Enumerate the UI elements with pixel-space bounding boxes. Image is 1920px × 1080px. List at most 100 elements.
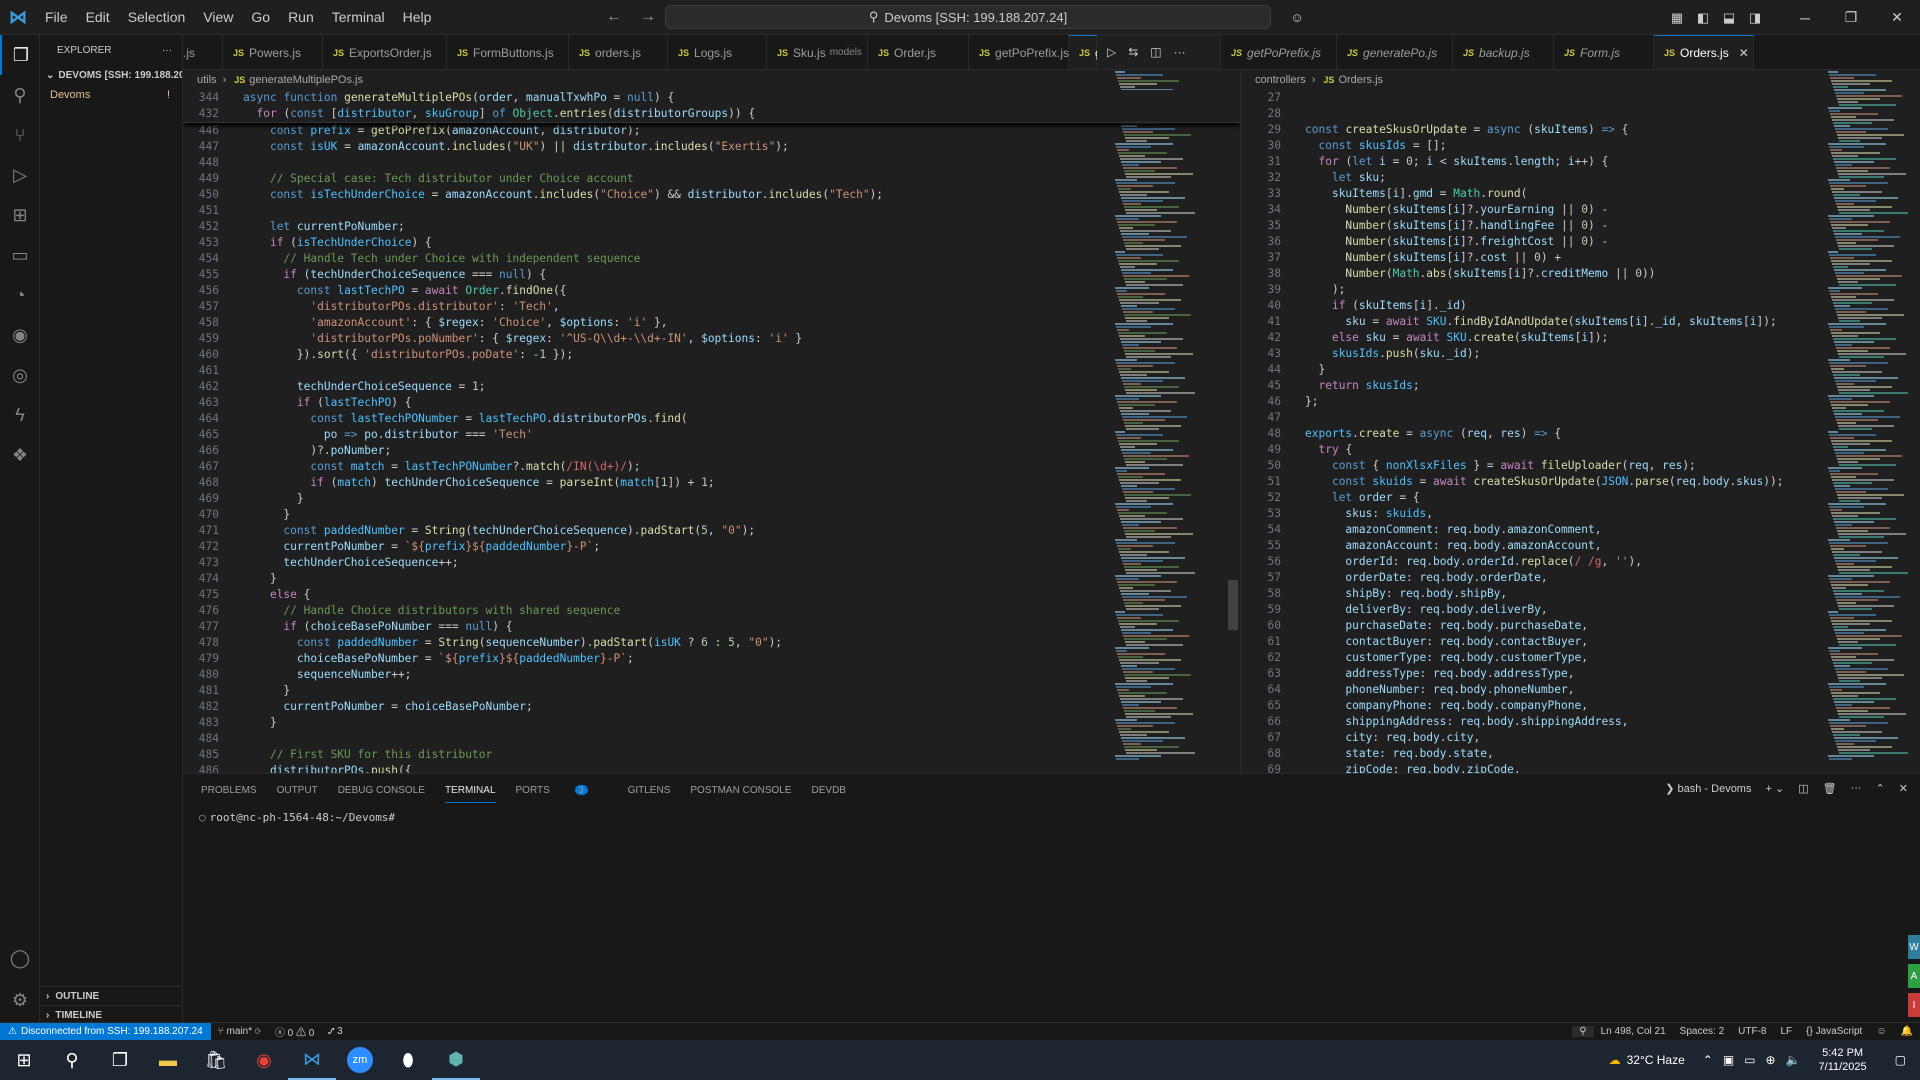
tab-devdb[interactable]: DEVDB bbox=[812, 785, 846, 796]
postman-icon[interactable]: ◉ bbox=[0, 315, 40, 355]
vscode-taskbar-icon[interactable]: ⋈ bbox=[288, 1040, 336, 1080]
volume-icon[interactable]: 🔈 bbox=[1786, 1053, 1801, 1067]
windows-start-icon[interactable]: ⊞ bbox=[0, 1040, 48, 1080]
breadcrumb-file[interactable]: Orders.js bbox=[1338, 74, 1383, 86]
code-line[interactable]: 54 amazonComment: req.body.amazonComment… bbox=[1241, 522, 1920, 538]
code-line[interactable]: 483 } bbox=[183, 715, 1240, 731]
code-line[interactable]: 464 const lastTechPONumber = lastTechPO.… bbox=[183, 411, 1240, 427]
menu-run[interactable]: Run bbox=[279, 9, 323, 25]
language-mode[interactable]: {} JavaScript bbox=[1799, 1026, 1869, 1037]
clock[interactable]: 5:42 PM 7/11/2025 bbox=[1805, 1046, 1881, 1074]
code-line[interactable]: 60 purchaseDate: req.body.purchaseDate, bbox=[1241, 618, 1920, 634]
code-line[interactable]: 468 if (match) techUnderChoiceSequence =… bbox=[183, 475, 1240, 491]
search-view-icon[interactable]: ⚲ bbox=[0, 75, 40, 115]
run-debug-icon[interactable]: ▷ bbox=[0, 155, 40, 195]
accounts-icon[interactable]: ◯ bbox=[0, 938, 40, 978]
code-line[interactable]: 43 skusIds.push(sku._id); bbox=[1241, 346, 1920, 362]
code-line[interactable]: 471 const paddedNumber = String(techUnde… bbox=[183, 523, 1240, 539]
tab-right-getpoprefix[interactable]: JS getPoPrefix.js bbox=[1221, 35, 1337, 69]
code-line[interactable]: 33 skuItems[i].gmd = Math.round( bbox=[1241, 186, 1920, 202]
more-actions-icon[interactable]: ··· bbox=[1851, 782, 1862, 795]
code-line[interactable]: 477 if (choiceBasePoNumber === null) { bbox=[183, 619, 1240, 635]
code-line[interactable]: 45 return skusIds; bbox=[1241, 378, 1920, 394]
scrollbar-thumb[interactable] bbox=[1228, 580, 1238, 630]
code-line[interactable]: 453 if (isTechUnderChoice) { bbox=[183, 235, 1240, 251]
code-line[interactable]: 44 } bbox=[1241, 362, 1920, 378]
code-line[interactable]: 458 'amazonAccount': { $regex: 'Choice',… bbox=[183, 315, 1240, 331]
code-line[interactable]: 55 amazonAccount: req.body.amazonAccount… bbox=[1241, 538, 1920, 554]
code-line[interactable]: 450 const isTechUnderChoice = amazonAcco… bbox=[183, 187, 1240, 203]
outline-section[interactable]: › OUTLINE bbox=[40, 986, 183, 1006]
zoom-app-icon[interactable]: zm bbox=[336, 1040, 384, 1080]
code-line[interactable]: 449 // Special case: Tech distributor un… bbox=[183, 171, 1240, 187]
menu-terminal[interactable]: Terminal bbox=[323, 9, 394, 25]
tab-getpoprefix[interactable]: JS getPoPrefix.js bbox=[969, 35, 1069, 69]
tray-app-icon[interactable]: ▣ bbox=[1723, 1053, 1734, 1067]
code-line[interactable]: 58 shipBy: req.body.shipBy, bbox=[1241, 586, 1920, 602]
tab-order[interactable]: JS Order.js bbox=[868, 35, 969, 69]
copilot-status-icon[interactable]: ☺ bbox=[1869, 1026, 1893, 1037]
more-actions-icon[interactable]: ··· bbox=[1174, 45, 1186, 59]
code-line[interactable]: 470 } bbox=[183, 507, 1240, 523]
terminal-selector[interactable]: ❯ bash - Devoms bbox=[1665, 782, 1751, 795]
code-line[interactable]: 479 choiceBasePoNumber = `${prefix}${pad… bbox=[183, 651, 1240, 667]
battery-icon[interactable]: ▭ bbox=[1744, 1053, 1755, 1067]
code-line[interactable]: 480 sequenceNumber++; bbox=[183, 667, 1240, 683]
code-line[interactable]: 57 orderDate: req.body.orderDate, bbox=[1241, 570, 1920, 586]
code-line[interactable]: 61 contactBuyer: req.body.contactBuyer, bbox=[1241, 634, 1920, 650]
code-line[interactable]: 448 bbox=[183, 155, 1240, 171]
code-line[interactable]: 472 currentPoNumber = `${prefix}${padded… bbox=[183, 539, 1240, 555]
task-view-icon[interactable]: ❐ bbox=[96, 1040, 144, 1080]
code-line[interactable]: 69 zipCode: req.body.zipCode, bbox=[1241, 762, 1920, 773]
code-line[interactable]: 52 let order = { bbox=[1241, 490, 1920, 506]
code-line[interactable]: 63 addressType: req.body.addressType, bbox=[1241, 666, 1920, 682]
menu-file[interactable]: File bbox=[36, 9, 77, 25]
forward-arrow-icon[interactable]: → bbox=[640, 8, 656, 26]
code-line[interactable]: 38 Number(Math.abs(skuItems[i]?.creditMe… bbox=[1241, 266, 1920, 282]
cursor-position[interactable]: Ln 498, Col 21 bbox=[1594, 1026, 1673, 1037]
folder-devoms[interactable]: Devoms ! bbox=[40, 85, 182, 105]
code-line[interactable]: 47 bbox=[1241, 410, 1920, 426]
code-line[interactable]: 29 const createSkusOrUpdate = async (skuI… bbox=[1241, 122, 1920, 138]
explorer-icon[interactable]: ❐ bbox=[0, 35, 40, 75]
remote-explorer-icon[interactable]: ▭ bbox=[0, 235, 40, 275]
code-line[interactable]: 475 else { bbox=[183, 587, 1240, 603]
git-branch[interactable]: ⑂ main* ⟳ bbox=[211, 1026, 268, 1037]
code-line[interactable]: 461 bbox=[183, 363, 1240, 379]
code-line[interactable]: 48 exports.create = async (req, res) => { bbox=[1241, 426, 1920, 442]
taskbar-search-icon[interactable]: ⚲ bbox=[48, 1040, 96, 1080]
breadcrumb-folder[interactable]: utils bbox=[197, 74, 217, 86]
breadcrumb-folder[interactable]: controllers bbox=[1255, 74, 1306, 86]
layout-customize-icon[interactable]: ▦ bbox=[1664, 10, 1690, 26]
code-line[interactable]: 30 const skusIds = []; bbox=[1241, 138, 1920, 154]
tab-exportsorder[interactable]: JS ExportsOrder.js bbox=[323, 35, 447, 69]
tab-output[interactable]: OUTPUT bbox=[277, 785, 318, 796]
network-icon[interactable]: ⊕ bbox=[1766, 1053, 1776, 1067]
minimap[interactable] bbox=[1828, 70, 1910, 773]
code-line[interactable]: 481 } bbox=[183, 683, 1240, 699]
code-line[interactable]: 51 const skuids = await createSkusOrUpda… bbox=[1241, 474, 1920, 490]
tab-problems[interactable]: PROBLEMS bbox=[201, 785, 257, 796]
tab-ports[interactable]: PORTS 3 bbox=[516, 785, 608, 796]
new-terminal-icon[interactable]: + ⌄ bbox=[1765, 782, 1784, 795]
code-line[interactable]: 32 let sku; bbox=[1241, 170, 1920, 186]
tab-debug-console[interactable]: DEBUG CONSOLE bbox=[338, 785, 425, 796]
code-line[interactable]: 65 companyPhone: req.body.companyPhone, bbox=[1241, 698, 1920, 714]
code-line[interactable]: 50 const { nonXlsxFiles } = await fileUp… bbox=[1241, 458, 1920, 474]
code-line[interactable]: 39 ); bbox=[1241, 282, 1920, 298]
microsoft-store-icon[interactable]: 🛍 bbox=[192, 1040, 240, 1080]
more-actions-icon[interactable]: ··· bbox=[162, 45, 172, 56]
close-window-icon[interactable]: ✕ bbox=[1874, 9, 1920, 26]
tab-backup[interactable]: JS backup.js bbox=[1453, 35, 1554, 69]
tab-form[interactable]: JS Form.js bbox=[1554, 35, 1654, 69]
python-icon[interactable]: ❖ bbox=[0, 435, 40, 475]
split-terminal-icon[interactable]: ◫ bbox=[1798, 782, 1808, 795]
code-line[interactable]: 68 state: req.body.state, bbox=[1241, 746, 1920, 762]
side-badge-w[interactable]: W bbox=[1908, 935, 1920, 959]
code-line[interactable]: 59 deliverBy: req.body.deliverBy, bbox=[1241, 602, 1920, 618]
code-line[interactable]: 56 orderId: req.body.orderId.replace(/ /… bbox=[1241, 554, 1920, 570]
tab-logs[interactable]: JS Logs.js bbox=[668, 35, 767, 69]
tab-generatepo[interactable]: JS generatePo.js bbox=[1337, 35, 1453, 69]
tray-chevron-icon[interactable]: ⌃ bbox=[1703, 1053, 1713, 1067]
code-line[interactable]: 41 sku = await SKU.findByIdAndUpdate(sku… bbox=[1241, 314, 1920, 330]
